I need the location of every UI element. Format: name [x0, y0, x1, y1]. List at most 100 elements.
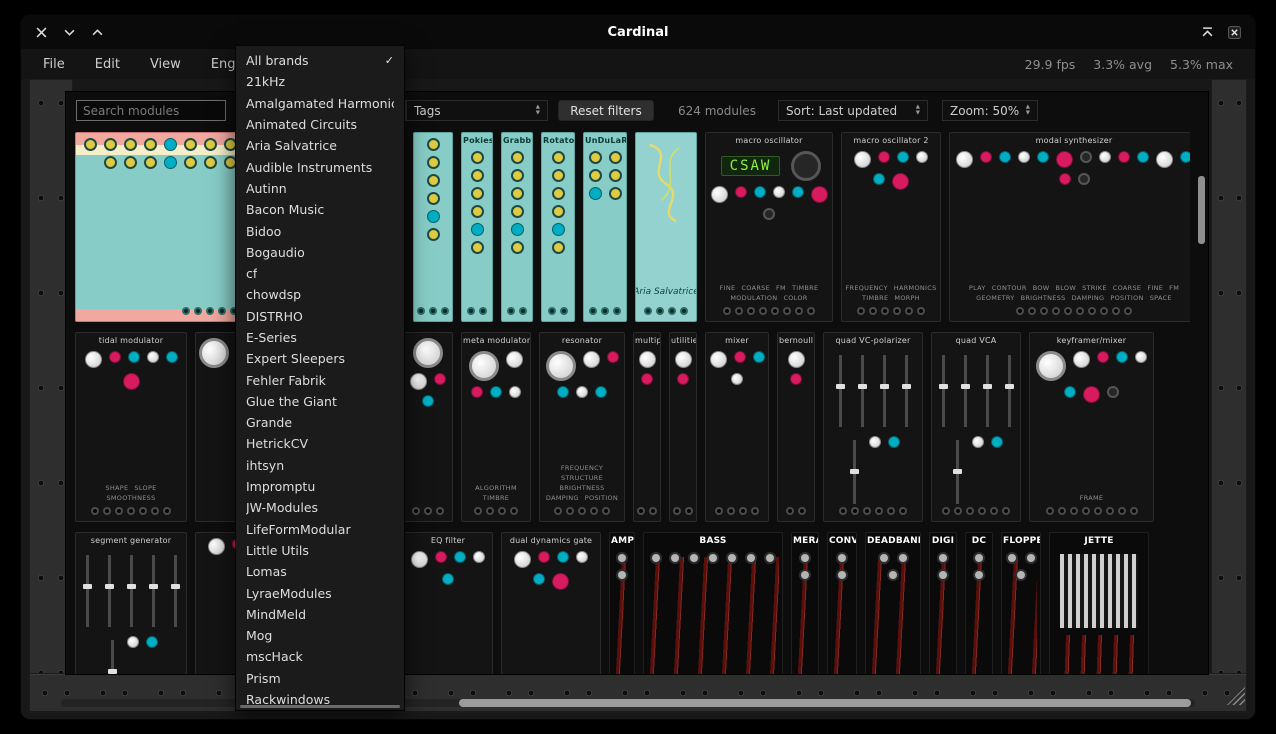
close-box-icon[interactable] — [1228, 26, 1241, 39]
module-tile-undular[interactable]: UnDuLaR — [583, 132, 627, 322]
knob — [972, 436, 984, 448]
brand-menu-item-amalgamated-harmonics[interactable]: Amalgamated Harmonics — [236, 93, 404, 114]
brand-menu-item-fehler-fabrik[interactable]: Fehler Fabrik — [236, 369, 404, 390]
module-tile-jette[interactable]: JETTE — [1049, 532, 1149, 674]
knob — [980, 151, 992, 163]
jack-port — [680, 307, 688, 315]
module-tile-pokies[interactable]: Pokies — [461, 132, 493, 322]
jack-port — [1088, 307, 1096, 315]
brand-menu-item-lyraemodules[interactable]: LyraeModules — [236, 582, 404, 603]
module-tile-segment-generator[interactable]: segment generator — [75, 532, 187, 674]
sort-select[interactable]: Sort: Last updated ▲▼ — [778, 100, 928, 121]
module-tile-tidal-modulator[interactable]: tidal modulatorSHAPESLOPESMOOTHNESS — [75, 332, 187, 522]
menu-item-file[interactable]: File — [43, 57, 65, 72]
module-tile-bass[interactable]: BASSCVCUTOFFRESONANCEDECAYENVMODACCENTGA… — [643, 532, 783, 674]
brand-menu-item-all-brands[interactable]: All brands✓ — [236, 50, 404, 71]
reset-filters-button[interactable]: Reset filters — [558, 100, 654, 121]
chevron-down-icon[interactable] — [63, 26, 76, 39]
brand-menu-item-ihtsyn[interactable]: ihtsyn — [236, 455, 404, 476]
knob — [1116, 351, 1128, 363]
module-tile[interactable] — [403, 332, 453, 522]
brand-menu-item-hetrickcv[interactable]: HetrickCV — [236, 433, 404, 454]
brand-menu-item-animated-circuits[interactable]: Animated Circuits — [236, 114, 404, 135]
module-tile-amp[interactable]: AMPCVIN — [609, 532, 635, 674]
brand-menu-item-impromptu[interactable]: Impromptu — [236, 476, 404, 497]
brand-menu-item-audible-instruments[interactable]: Audible Instruments — [236, 156, 404, 177]
module-title: quad VCA — [932, 333, 1020, 346]
module-tile-multiples[interactable]: multiples — [633, 332, 661, 522]
brand-menu-item-mog[interactable]: Mog — [236, 625, 404, 646]
horizontal-scrollbar-thumb[interactable] — [459, 699, 1191, 707]
module-tile-flopper[interactable]: FLOPPERCV — [1001, 532, 1041, 674]
jack-port — [685, 507, 693, 515]
brand-menu-item-bacon-music[interactable]: Bacon Music — [236, 199, 404, 220]
module-tile-macro-oscillator[interactable]: macro oscillatorCSAWFINECOARSEFMTIMBREMO… — [705, 132, 833, 322]
search-input[interactable] — [76, 100, 226, 121]
module-tile-digi[interactable]: DIGI — [929, 532, 957, 674]
horizontal-scrollbar[interactable] — [61, 699, 1195, 707]
menu-item-edit[interactable]: Edit — [95, 57, 120, 72]
tags-filter-select[interactable]: Tags ▲▼ — [406, 100, 548, 121]
close-icon[interactable] — [35, 26, 48, 39]
module-tile-eq-filter[interactable]: EQ filterFREQGAIN — [403, 532, 493, 674]
brand-menu-item-chowdsp[interactable]: chowdsp — [236, 284, 404, 305]
brand-menu-item-jw-modules[interactable]: JW-Modules — [236, 497, 404, 518]
menu-item-view[interactable]: View — [150, 57, 181, 72]
brand-menu-item-lifeformmodular[interactable]: LifeFormModular — [236, 519, 404, 540]
brand-menu-item-lomas[interactable]: Lomas — [236, 561, 404, 582]
module-tile-macro-oscillator-2[interactable]: macro oscillator 2FREQUENCYHARMONICSTIMB… — [841, 132, 941, 322]
menu-scrollbar[interactable] — [240, 705, 400, 708]
module-art — [644, 547, 782, 674]
brand-menu-item-aria-salvatrice[interactable]: Aria Salvatrice — [236, 135, 404, 156]
module-tile-resonator[interactable]: resonatorFREQUENCYSTRUCTUREBRIGHTNESSDAM… — [539, 332, 625, 522]
brand-menu-item-prism[interactable]: Prism — [236, 668, 404, 689]
module-tile-mixer[interactable]: mixer — [705, 332, 769, 522]
module-tile-mera[interactable]: MERA — [791, 532, 819, 674]
module-tile-modal-synthesizer[interactable]: modal synthesizerPLAYCONTOURBOWBLOWSTRIK… — [949, 132, 1190, 322]
brand-menu-item-e-series[interactable]: E-Series — [236, 327, 404, 348]
zoom-select[interactable]: Zoom: 50% ▲▼ — [942, 100, 1038, 121]
module-title: segment generator — [76, 533, 186, 546]
module-tile-rotatoes[interactable]: Rotatoes — [541, 132, 575, 322]
brand-menu-item-little-utils[interactable]: Little Utils — [236, 540, 404, 561]
brand-menu-item-bidoo[interactable]: Bidoo — [236, 220, 404, 241]
knob — [639, 351, 656, 368]
module-tile-utilities[interactable]: utilities — [669, 332, 697, 522]
module-ports — [540, 504, 624, 521]
vertical-scrollbar[interactable] — [1198, 98, 1205, 668]
module-tile-meta-modulator[interactable]: meta modulatorALGORITHMTIMBRE — [461, 332, 531, 522]
brand-menu-item-mindmeld[interactable]: MindMeld — [236, 604, 404, 625]
fps-readout: 29.9 fps — [1025, 57, 1076, 72]
chevron-up-icon[interactable] — [91, 26, 104, 39]
brand-menu-item-bogaudio[interactable]: Bogaudio — [236, 242, 404, 263]
brand-menu-item-grande[interactable]: Grande — [236, 412, 404, 433]
collapse-icon[interactable] — [1201, 26, 1214, 39]
module-tile[interactable] — [413, 132, 453, 322]
module-tile-dc[interactable]: DC — [965, 532, 993, 674]
module-tile-quad-vca[interactable]: quad VCA — [931, 332, 1021, 522]
module-ports — [584, 304, 626, 321]
brand-menu-item-glue-the-giant[interactable]: Glue the Giant — [236, 391, 404, 412]
module-tile-conv[interactable]: CONV — [827, 532, 857, 674]
module-tile-bernoulli-gate[interactable]: bernoulli gate — [777, 332, 815, 522]
brand-menu-item-21khz[interactable]: 21kHz — [236, 71, 404, 92]
knob — [688, 552, 700, 564]
vertical-scrollbar-thumb[interactable] — [1198, 176, 1205, 244]
module-tile-keyframer-mixer[interactable]: keyframer/mixerFRAME — [1029, 332, 1154, 522]
module-art — [76, 346, 186, 484]
module-ports — [462, 304, 492, 321]
knob — [471, 151, 484, 164]
brand-menu-item-mschack[interactable]: mscHack — [236, 646, 404, 667]
module-tile-quad-vc-polarizer[interactable]: quad VC-polarizer — [823, 332, 923, 522]
brand-menu-item-distrho[interactable]: DISTRHO — [236, 306, 404, 327]
brand-menu-item-cf[interactable]: cf — [236, 263, 404, 284]
knob — [745, 552, 757, 564]
module-tile-grabby[interactable]: Grabby — [501, 132, 533, 322]
module-tile-dual-dynamics-gate[interactable]: dual dynamics gateSHAPEMOD — [501, 532, 601, 674]
knob — [892, 173, 909, 190]
brand-menu-item-autinn[interactable]: Autinn — [236, 178, 404, 199]
module-tile-deadband[interactable]: DEADBANDWIDTHGAP — [865, 532, 921, 674]
jack-port — [1058, 507, 1066, 515]
brand-menu-item-expert-sleepers[interactable]: Expert Sleepers — [236, 348, 404, 369]
module-tile[interactable]: Aria Salvatrice — [635, 132, 697, 322]
